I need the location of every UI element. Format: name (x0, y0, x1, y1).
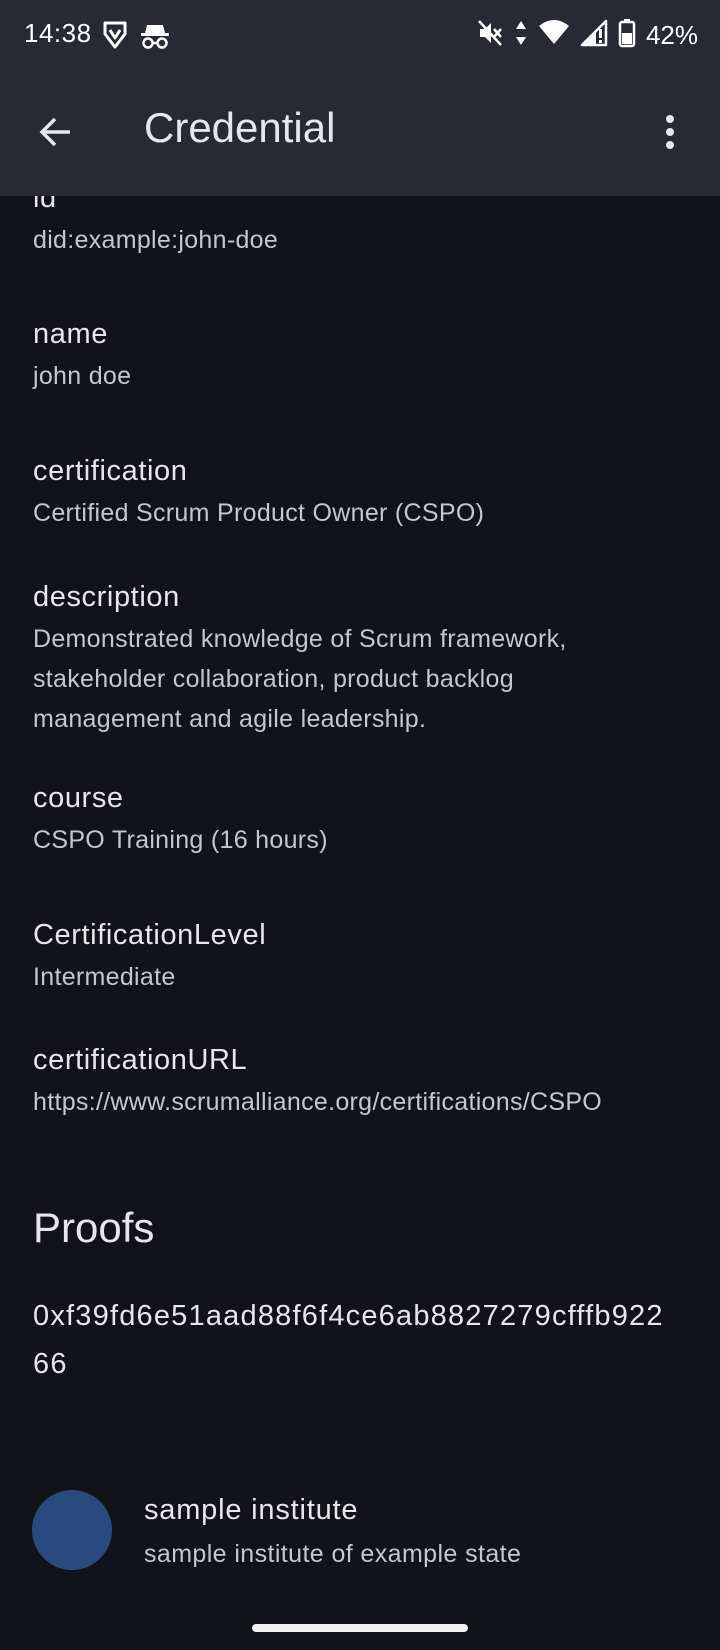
field-value: Demonstrated knowledge of Scrum framewor… (33, 625, 567, 733)
field-id: id did:example:john-doe (33, 196, 693, 260)
field-certification-url: certificationURL https://www.scrumallian… (33, 1042, 693, 1122)
field-value: did:example:john-doe (33, 226, 279, 254)
app-bar: Credential (0, 72, 720, 196)
battery-icon (618, 18, 636, 53)
credential-details[interactable]: id did:example:john-doe name john doe ce… (0, 196, 720, 1576)
page-title: Credential (144, 104, 336, 151)
issuer-name: sample institute (144, 1494, 359, 1526)
status-time: 14:38 (24, 18, 92, 48)
wifi-icon (538, 18, 570, 53)
field-value: john doe (33, 362, 132, 390)
status-bar: 14:38 42% (0, 0, 720, 72)
brave-icon (102, 20, 128, 55)
field-value: Certified Scrum Product Owner (CSPO) (33, 499, 485, 527)
field-label: name (33, 318, 108, 350)
field-label: CertificationLevel (33, 919, 267, 951)
mute-icon (476, 18, 504, 53)
field-label: certificationURL (33, 1044, 248, 1076)
field-name: name john doe (33, 316, 693, 396)
issuer-avatar (32, 1490, 112, 1570)
status-right-icons: 42% (476, 18, 698, 53)
issuer-description: sample institute of example state (144, 1540, 522, 1568)
back-button[interactable] (28, 106, 84, 162)
arrow-back-icon (38, 114, 74, 155)
field-label: description (33, 581, 180, 613)
more-options-button[interactable] (642, 106, 698, 162)
field-label: id (33, 196, 57, 214)
field-certification: certification Certified Scrum Product Ow… (33, 453, 693, 533)
data-arrows-icon (514, 18, 528, 53)
credential-screen: 14:38 42% Credential id did:example:john… (0, 0, 720, 1650)
signal-icon (580, 18, 608, 53)
field-course: course CSPO Training (16 hours) (33, 780, 693, 860)
field-value: Intermediate (33, 963, 176, 991)
gesture-nav-handle[interactable] (252, 1624, 468, 1632)
field-value: CSPO Training (16 hours) (33, 826, 328, 854)
issuer-list-item[interactable]: sample institute sample institute of exa… (32, 1490, 692, 1574)
field-label: course (33, 782, 124, 814)
field-description: description Demonstrated knowledge of Sc… (33, 579, 693, 739)
field-label: certification (33, 455, 188, 487)
field-value[interactable]: https://www.scrumalliance.org/certificat… (33, 1082, 633, 1122)
proof-hash: 0xf39fd6e51aad88f6f4ce6ab8827279cfffb922… (33, 1300, 664, 1380)
incognito-icon (140, 20, 170, 55)
field-certification-level: CertificationLevel Intermediate (33, 917, 693, 997)
status-left-icons (102, 20, 170, 55)
more-vert-icon (665, 114, 675, 155)
proofs-heading: Proofs (33, 1204, 155, 1251)
battery-percent: 42% (645, 20, 698, 50)
